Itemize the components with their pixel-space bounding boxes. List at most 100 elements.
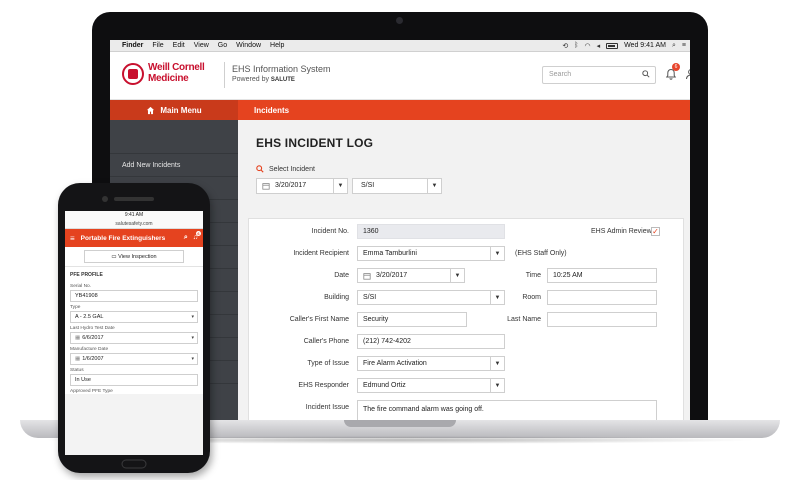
notification-badge: 6 (672, 63, 680, 71)
phone-speaker (114, 197, 154, 201)
spotlight-icon[interactable]: ⌕ (672, 42, 676, 50)
incident-no-field: 1360 (357, 224, 505, 239)
building-label: Building (324, 294, 349, 301)
main-menu-label: Main Menu (160, 105, 202, 115)
home-button-icon[interactable] (121, 459, 147, 469)
sidebar-item-add-new-incidents[interactable]: Add New Incidents (110, 154, 238, 177)
recipient-select[interactable]: Emma Tamburlini ▼ (357, 246, 505, 261)
nav-bar: Main Menu Incidents (110, 100, 690, 120)
time-machine-icon[interactable]: ⟲ (562, 42, 568, 50)
chevron-down-icon[interactable]: ▼ (490, 379, 504, 392)
menubar-status: ⟲ ᛒ ◠ ◂ Wed 9:41 AM ⌕ ≡ (562, 42, 686, 50)
user-icon[interactable] (685, 68, 690, 80)
chevron-down-icon[interactable]: ▼ (490, 247, 504, 260)
sidebar-spacer (110, 120, 238, 154)
home-icon (147, 106, 155, 114)
caller-first-name-label: Caller's First Name (289, 316, 349, 323)
manufacture-date-label: Manufacture Date (70, 347, 109, 352)
responder-select[interactable]: Edmund Ortiz ▼ (357, 378, 505, 393)
search-icon[interactable]: ⌕ (184, 234, 188, 242)
recipient-value: Emma Tamburlini (363, 250, 417, 257)
system-title: EHS Information System (232, 64, 331, 74)
calendar-icon: ▦ (75, 356, 81, 362)
powered-prefix: Powered by (232, 76, 269, 83)
status-label: Status (70, 368, 84, 373)
phone-camera (102, 196, 108, 202)
room-field[interactable] (547, 290, 657, 305)
approved-type-label: Approved PFE Type (70, 389, 113, 394)
breadcrumb-incidents[interactable]: Incidents (254, 106, 289, 115)
phone-url-bar[interactable]: salutesafety.com (65, 219, 203, 229)
type-select[interactable]: A - 2.5 GAL ▾ (70, 311, 198, 323)
menu-go[interactable]: Go (218, 42, 227, 49)
time-field[interactable]: 10:25 AM (547, 268, 657, 283)
date-label: Date (334, 272, 349, 279)
incident-form: Incident No. 1360 EHS Admin Review ✓ Inc… (248, 218, 684, 422)
caller-phone-label: Caller's Phone (303, 338, 349, 345)
serial-field[interactable]: YB41908 (70, 290, 198, 302)
issue-type-value: Fire Alarm Activation (363, 360, 427, 367)
select-incident-text: Select Incident (269, 165, 315, 173)
calendar-icon (363, 273, 371, 280)
issue-type-select[interactable]: Fire Alarm Activation ▼ (357, 356, 505, 371)
wifi-icon[interactable]: ◠ (584, 42, 590, 50)
chevron-down-icon[interactable]: ▼ (333, 179, 347, 193)
hamburger-icon[interactable]: ≡ (70, 234, 75, 243)
phone-header-title: Portable Fire Extinguishers (80, 234, 166, 242)
view-inspection-button[interactable]: ▭ View Inspection (84, 250, 184, 263)
incident-site-select[interactable]: S/SI ▼ (352, 178, 442, 194)
type-value: A - 2.5 GAL (75, 314, 104, 320)
phone-notification-badge: 6 (196, 231, 201, 236)
phone-view-bar: ▭ View Inspection (65, 247, 203, 267)
search-icon[interactable] (642, 70, 650, 78)
bluetooth-icon[interactable]: ᛒ (574, 42, 578, 49)
chevron-down-icon[interactable]: ▼ (490, 357, 504, 370)
pfe-profile-heading: PFE PROFILE (65, 267, 203, 281)
marketing-stage: Finder File Edit View Go Window Help ⟲ ᛒ… (0, 0, 800, 480)
powered-by: Powered by SALUTE (232, 76, 295, 83)
phone-header: ≡ Portable Fire Extinguishers ⌕ ♫ 6 (65, 229, 203, 247)
brand-logo[interactable]: Weill Cornell Medicine (148, 62, 218, 84)
main-menu-button[interactable]: Main Menu (110, 100, 238, 120)
menu-view[interactable]: View (194, 42, 209, 49)
select-incident-label: Select Incident (256, 165, 315, 173)
hydro-date-field[interactable]: ▦ 6/6/2017 ▾ (70, 332, 198, 344)
notification-center-icon[interactable]: ≡ (682, 42, 686, 49)
caller-phone-field[interactable]: (212) 742-4202 (357, 334, 505, 349)
menu-file[interactable]: File (152, 42, 163, 49)
serial-label: Serial No. (70, 284, 92, 289)
chevron-down-icon[interactable]: ▼ (427, 179, 441, 193)
search-input[interactable]: Search (542, 66, 656, 84)
volume-icon[interactable]: ◂ (597, 42, 601, 50)
menu-help[interactable]: Help (270, 42, 284, 49)
menu-window[interactable]: Window (236, 42, 261, 49)
main-content: EHS INCIDENT LOG Select Incident 3/20/20… (238, 120, 690, 422)
status-field[interactable]: In Use (70, 374, 198, 386)
view-inspection-label: View Inspection (118, 254, 157, 260)
calendar-icon (262, 183, 270, 190)
battery-icon[interactable] (606, 42, 619, 49)
incident-date-select[interactable]: 3/20/2017 ▼ (256, 178, 348, 194)
last-name-field[interactable] (547, 312, 657, 327)
chevron-down-icon: ▾ (191, 356, 194, 362)
admin-review-checkbox[interactable]: ✓ (651, 227, 660, 236)
menubar-clock[interactable]: Wed 9:41 AM (624, 42, 666, 49)
room-label: Room (522, 294, 541, 301)
building-value: S/SI (363, 294, 377, 301)
date-value: 3/20/2017 (376, 272, 408, 279)
incident-issue-label: Incident Issue (305, 404, 349, 411)
incident-issue-textarea[interactable]: The fire command alarm was going off. (357, 400, 657, 422)
responder-value: Edmund Ortiz (363, 382, 406, 389)
mac-menubar: Finder File Edit View Go Window Help ⟲ ᛒ… (110, 40, 690, 52)
manufacture-date-field[interactable]: ▦ 1/6/2007 ▾ (70, 353, 198, 365)
issue-type-label: Type of Issue (307, 360, 349, 367)
menu-edit[interactable]: Edit (173, 42, 185, 49)
powered-brand: SALUTE (270, 77, 295, 83)
search-icon (256, 165, 264, 173)
hydro-date-value: 6/6/2017 (82, 335, 104, 341)
chevron-down-icon: ▾ (191, 314, 194, 320)
phone: 9:41 AM salutesafety.com ≡ Portable Fire… (58, 183, 210, 473)
menu-finder[interactable]: Finder (122, 42, 143, 49)
admin-review-label: EHS Admin Review (591, 228, 652, 235)
incident-no-label: Incident No. (311, 228, 349, 235)
